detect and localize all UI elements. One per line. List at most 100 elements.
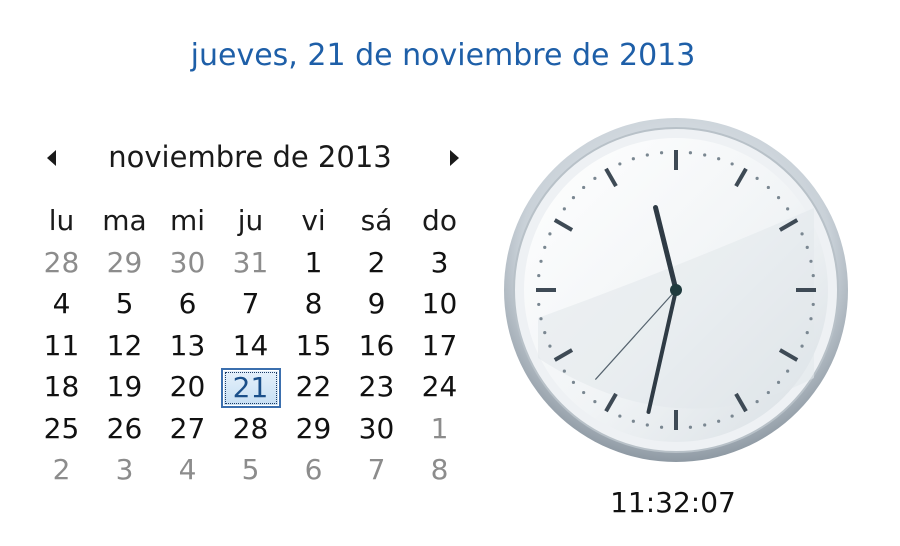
day-cell[interactable]: 26 [93, 408, 156, 450]
clock-hub [670, 284, 682, 296]
day-cell[interactable]: 20 [156, 366, 219, 408]
minute-dot [766, 390, 770, 395]
minute-dot [582, 185, 586, 190]
day-cell[interactable]: 28 [219, 408, 282, 450]
weekday-header: vi [301, 204, 326, 237]
minute-dot [659, 151, 664, 155]
minute-dot [618, 414, 622, 418]
today-highlight: 21 [220, 368, 281, 408]
minute-dot [593, 400, 597, 404]
day-cell[interactable]: 16 [345, 325, 408, 367]
minute-dot [809, 259, 813, 263]
minute-dot [755, 176, 759, 180]
day-cell[interactable]: 17 [408, 325, 471, 367]
minute-dot [537, 273, 541, 278]
minute-dot [688, 425, 693, 429]
minute-dot [805, 331, 809, 335]
digital-time: 11:32:07 [610, 486, 736, 519]
minute-dot [811, 273, 815, 278]
day-cell[interactable]: 1 [282, 242, 345, 284]
minute-dot [548, 232, 552, 236]
day-cell[interactable]: 7 [345, 449, 408, 491]
day-cell[interactable]: 30 [156, 242, 219, 284]
minute-dot [631, 157, 635, 161]
minute-dot [717, 419, 721, 423]
day-cell[interactable]: 25 [30, 408, 93, 450]
day-cell[interactable]: 6 [282, 449, 345, 491]
day-cell[interactable]: 4 [30, 283, 93, 325]
minute-dot [766, 185, 770, 190]
full-date-link[interactable]: jueves, 21 de noviembre de 2013 [0, 38, 886, 73]
day-cell[interactable]: 15 [282, 325, 345, 367]
day-cell[interactable]: 11 [30, 325, 93, 367]
minute-dot [645, 153, 649, 157]
minute-dot [571, 380, 576, 384]
minute-dot [548, 344, 552, 348]
day-cell[interactable]: 10 [408, 283, 471, 325]
minute-dot [543, 245, 547, 249]
minute-dot [631, 419, 635, 423]
minute-dot [562, 207, 566, 211]
previous-month-icon[interactable] [40, 146, 64, 170]
weekday-header: lu [48, 204, 75, 237]
minute-dot [537, 302, 541, 307]
day-cell[interactable]: 14 [219, 325, 282, 367]
minute-dot [786, 207, 790, 211]
day-cell[interactable]: 1 [408, 408, 471, 450]
day-cell[interactable]: 19 [93, 366, 156, 408]
minute-dot [562, 369, 566, 373]
weekday-header: ma [102, 204, 147, 237]
day-cell[interactable]: 28 [30, 242, 93, 284]
month-title[interactable]: noviembre de 2013 [90, 140, 410, 174]
day-cell[interactable]: 7 [219, 283, 282, 325]
day-cell[interactable]: 12 [93, 325, 156, 367]
day-cell[interactable]: 5 [219, 449, 282, 491]
minute-dot [776, 196, 781, 200]
day-cell-today[interactable]: 21 [219, 366, 282, 408]
day-cell[interactable]: 4 [156, 449, 219, 491]
day-cell[interactable]: 8 [408, 449, 471, 491]
day-cell[interactable]: 30 [345, 408, 408, 450]
day-cell[interactable]: 23 [345, 366, 408, 408]
minute-dot [730, 414, 734, 418]
calendar-header: noviembre de 2013 [30, 136, 470, 182]
minute-dot [805, 245, 809, 249]
day-cell[interactable]: 9 [345, 283, 408, 325]
day-cell[interactable]: 5 [93, 283, 156, 325]
minute-dot [703, 423, 707, 427]
calendar-grid: lu ma mi ju vi sá do 28 29 30 31 1 2 3 4 5 6 7 8 9 10 11 12 13 1… [30, 200, 471, 491]
day-cell[interactable]: 3 [408, 242, 471, 284]
minute-dot [539, 317, 543, 321]
minute-dot [730, 162, 734, 166]
minute-dot [811, 302, 815, 307]
weekday-header: do [422, 204, 457, 237]
weekday-header: mi [169, 204, 206, 237]
minute-dot [593, 176, 597, 180]
minute-dot [645, 423, 649, 427]
day-cell[interactable]: 8 [282, 283, 345, 325]
day-cell[interactable]: 18 [30, 366, 93, 408]
day-cell[interactable]: 13 [156, 325, 219, 367]
minute-dot [618, 162, 622, 166]
clock-face-icon [504, 118, 848, 462]
day-cell[interactable]: 31 [219, 242, 282, 284]
day-cell[interactable]: 2 [345, 242, 408, 284]
minute-dot [571, 196, 576, 200]
minute-dot [717, 157, 721, 161]
day-cell[interactable]: 2 [30, 449, 93, 491]
weekday-header: ju [237, 204, 264, 237]
day-cell[interactable]: 27 [156, 408, 219, 450]
day-cell[interactable]: 24 [408, 366, 471, 408]
next-month-icon[interactable] [442, 146, 466, 170]
day-cell[interactable]: 6 [156, 283, 219, 325]
minute-dot [809, 317, 813, 321]
day-cell[interactable]: 29 [93, 242, 156, 284]
minute-dot [582, 390, 586, 395]
day-cell[interactable]: 22 [282, 366, 345, 408]
minute-dot [688, 151, 693, 155]
minute-dot [786, 369, 790, 373]
day-cell[interactable]: 3 [93, 449, 156, 491]
day-cell[interactable]: 29 [282, 408, 345, 450]
minute-dot [776, 380, 781, 384]
minute-dot [703, 153, 707, 157]
